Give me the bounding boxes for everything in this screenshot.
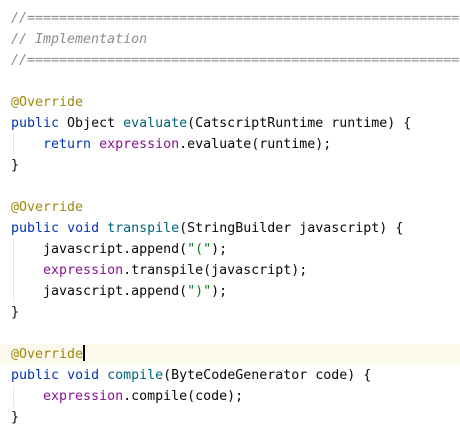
keyword-token: void — [67, 368, 100, 383]
keyword-token: public — [11, 116, 60, 131]
code-text-token: } — [11, 410, 20, 425]
code-line-content: public Object evaluate(CatscriptRuntime … — [11, 113, 411, 134]
method-name-token: evaluate — [123, 116, 188, 131]
code-line-content: javascript.append(")"); — [11, 281, 227, 302]
code-line[interactable]: expression.transpile(javascript); — [0, 260, 460, 281]
code-line-content: expression.compile(code); — [11, 386, 243, 407]
code-line[interactable]: //======================================… — [0, 8, 460, 29]
code-text-token: .transpile(javascript); — [123, 263, 308, 278]
annotation-token: @Override — [11, 95, 84, 110]
code-text-token: Object — [59, 116, 124, 131]
indent-guide — [13, 239, 14, 302]
string-literal-token: ")" — [187, 284, 212, 299]
comment-token: // Implementation — [11, 32, 148, 47]
field-token: expression — [99, 137, 180, 152]
indent-guide — [13, 386, 14, 407]
field-token: expression — [43, 389, 124, 404]
keyword-token: void — [67, 221, 100, 236]
code-line-content: expression.transpile(javascript); — [11, 260, 307, 281]
field-token: expression — [43, 263, 124, 278]
code-text-token: javascript.append( — [11, 242, 188, 257]
code-line-content: @Override — [11, 344, 86, 365]
comment-token: //======================================… — [11, 53, 460, 68]
code-line[interactable]: public void compile(ByteCodeGenerator co… — [0, 365, 460, 386]
code-text-token: (ByteCodeGenerator code) { — [163, 368, 372, 383]
code-line-content: public void compile(ByteCodeGenerator co… — [11, 365, 371, 386]
code-text-token: ); — [211, 242, 228, 257]
code-line[interactable] — [0, 176, 460, 197]
code-line[interactable]: @Override — [0, 197, 460, 218]
code-line-content: } — [11, 155, 19, 176]
keyword-token: public — [11, 368, 60, 383]
code-line[interactable]: javascript.append("("); — [0, 239, 460, 260]
code-text-token: (StringBuilder javascript) { — [179, 221, 404, 236]
keyword-token: public — [11, 221, 60, 236]
code-line[interactable]: } — [0, 302, 460, 323]
code-text-token: javascript.append( — [11, 284, 188, 299]
code-line[interactable]: public Object evaluate(CatscriptRuntime … — [0, 113, 460, 134]
code-line-content: //======================================… — [11, 50, 460, 71]
code-line[interactable]: return expression.evaluate(runtime); — [0, 134, 460, 155]
code-editor[interactable]: //======================================… — [0, 0, 460, 438]
string-literal-token: "(" — [187, 242, 212, 257]
code-line[interactable]: } — [0, 407, 460, 428]
code-line-content: @Override — [11, 197, 83, 218]
code-line[interactable]: @Override — [0, 92, 460, 113]
code-line[interactable] — [0, 71, 460, 92]
code-line-content: } — [11, 407, 19, 428]
code-line[interactable]: expression.compile(code); — [0, 386, 460, 407]
comment-token: //======================================… — [11, 11, 460, 26]
text-caret — [83, 345, 86, 361]
code-line-content: //======================================… — [11, 8, 460, 29]
code-line-content: // Implementation — [11, 29, 147, 50]
code-line-content: } — [11, 302, 19, 323]
code-line[interactable]: public void transpile(StringBuilder java… — [0, 218, 460, 239]
code-line[interactable]: //======================================… — [0, 50, 460, 71]
indent-guide — [13, 134, 14, 155]
code-line[interactable]: } — [0, 155, 460, 176]
code-line-content: public void transpile(StringBuilder java… — [11, 218, 403, 239]
code-line-content: return expression.evaluate(runtime); — [11, 134, 331, 155]
code-line-content: @Override — [11, 92, 83, 113]
code-line-content: javascript.append("("); — [11, 239, 227, 260]
code-text-token: } — [11, 305, 20, 320]
method-name-token: compile — [107, 368, 164, 383]
code-text-token: } — [11, 158, 20, 173]
annotation-token: @Override — [11, 347, 84, 362]
code-line[interactable]: // Implementation — [0, 29, 460, 50]
keyword-token: return — [43, 137, 92, 152]
code-line[interactable] — [0, 323, 460, 344]
code-text-token: .compile(code); — [123, 389, 244, 404]
code-text-token: (CatscriptRuntime runtime) { — [187, 116, 412, 131]
code-text-token: ); — [211, 284, 228, 299]
code-line[interactable]: javascript.append(")"); — [0, 281, 460, 302]
method-name-token: transpile — [107, 221, 180, 236]
code-line[interactable]: @Override — [0, 344, 460, 365]
code-text-token: .evaluate(runtime); — [179, 137, 332, 152]
annotation-token: @Override — [11, 200, 84, 215]
